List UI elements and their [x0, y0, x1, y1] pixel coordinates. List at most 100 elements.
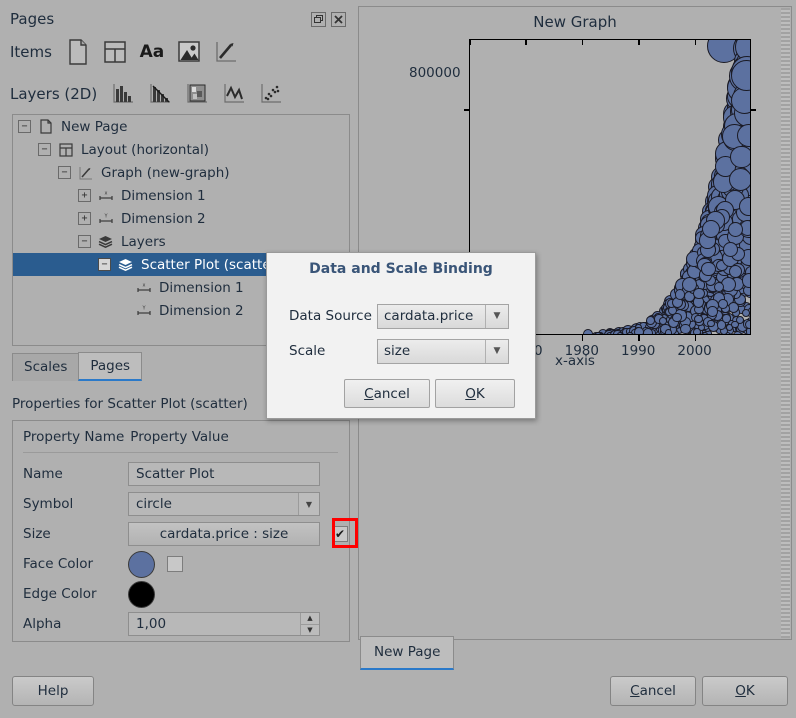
property-value: circle [136, 496, 172, 512]
tree-item-dimension-1[interactable]: + x Dimension 1 [13, 184, 349, 207]
tab-label: Pages [90, 358, 130, 374]
panel-tabs: Scales Pages [12, 352, 141, 381]
scatter-point [718, 299, 728, 309]
collapse-icon[interactable]: − [38, 143, 51, 156]
x-tick-top [582, 39, 584, 45]
dialog-title: Data and Scale Binding [267, 261, 535, 277]
layers-label: Layers (2D) [10, 85, 97, 103]
scatter-point [742, 309, 750, 317]
edge-color-swatch[interactable] [128, 581, 155, 608]
text-icon[interactable]: Aa [136, 37, 168, 67]
scatter-point [665, 329, 673, 335]
x-tick [582, 335, 584, 341]
heatmap-icon[interactable] [181, 79, 213, 109]
x-tick [695, 335, 697, 341]
dialog-ok-button[interactable]: OK [435, 379, 515, 408]
float-icon[interactable] [311, 12, 326, 27]
property-value: cardata.price : size [160, 526, 289, 542]
property-label: Edge Color [23, 586, 128, 602]
tree-item-layout-horizontal[interactable]: − Layout (horizontal) [13, 138, 349, 161]
tree-item-label: Layout (horizontal) [81, 142, 209, 158]
scale-row: Scale size ▼ [289, 338, 509, 364]
expand-icon[interactable]: + [78, 212, 91, 225]
dialog-cancel-button[interactable]: Cancel [344, 379, 430, 408]
symbol-combo[interactable]: circle ▼ [128, 492, 320, 516]
page-icon[interactable] [62, 37, 94, 67]
tab-new-page[interactable]: New Page [360, 636, 454, 670]
scatter-point [722, 314, 730, 322]
property-row-edge-color: Edge Color [23, 581, 155, 607]
chevron-down-icon[interactable]: ▼ [485, 305, 508, 328]
graph-icon[interactable] [210, 37, 242, 67]
collapse-icon[interactable]: − [78, 235, 91, 248]
chevron-down-icon[interactable]: ▼ [298, 493, 319, 515]
tree-item-label: Graph (new-graph) [101, 165, 230, 181]
scatter-point [701, 262, 715, 276]
tree-item-label: Dimension 1 [121, 188, 206, 204]
help-button[interactable]: Help [12, 676, 94, 706]
scatter-point [745, 320, 751, 330]
stepper-down-icon[interactable]: ▼ [301, 625, 319, 636]
tree-item-label: Scatter Plot (scatter) [141, 257, 281, 273]
alpha-input[interactable]: 1,00 ▲▼ [128, 612, 320, 636]
layers-toolbar: Layers (2D) [10, 78, 350, 110]
data-source-value: cardata.price [384, 308, 473, 324]
scale-combo[interactable]: size ▼ [377, 339, 509, 364]
y-tick [464, 109, 470, 111]
collapse-icon[interactable]: − [98, 258, 111, 271]
tree-item-layers[interactable]: − Layers [13, 230, 349, 253]
tree-item-label: Dimension 2 [121, 211, 206, 227]
face-color-swatch[interactable] [128, 551, 155, 578]
property-value: 1,00 [136, 616, 166, 632]
image-icon[interactable] [173, 37, 205, 67]
alpha-stepper[interactable]: ▲▼ [300, 613, 319, 635]
layout-icon[interactable] [99, 37, 131, 67]
cancel-button-label: Cancel [630, 683, 676, 699]
histogram-icon[interactable] [144, 79, 176, 109]
property-label: Alpha [23, 616, 128, 632]
graph-icon [77, 165, 94, 181]
tab-new-page-label: New Page [374, 644, 440, 660]
tab-scales[interactable]: Scales [12, 353, 79, 381]
svg-text:x: x [142, 283, 145, 289]
stepper-up-icon[interactable]: ▲ [301, 613, 319, 625]
tree-item-graph-new-graph[interactable]: − Graph (new-graph) [13, 161, 349, 184]
bar-chart-icon[interactable] [107, 79, 139, 109]
svg-text:Y: Y [103, 214, 108, 220]
line-chart-icon[interactable] [218, 79, 250, 109]
close-icon[interactable] [331, 12, 346, 27]
chevron-down-icon[interactable]: ▼ [485, 340, 508, 363]
layers-icon [97, 234, 114, 250]
help-button-label: Help [38, 683, 69, 699]
collapse-icon[interactable]: − [58, 166, 71, 179]
cancel-button[interactable]: Cancel [610, 676, 696, 706]
tab-pages[interactable]: Pages [78, 352, 142, 381]
canvas-scrollbar[interactable] [781, 8, 790, 638]
tree-item-label: Layers [121, 234, 166, 250]
layout-icon [57, 142, 74, 158]
axis-x-icon: x [97, 188, 114, 204]
scatter-point [730, 146, 751, 168]
scale-label: Scale [289, 343, 377, 359]
page-tab-bar: New Page [360, 636, 454, 670]
data-and-scale-binding-dialog[interactable]: Data and Scale Binding Data Source carda… [266, 252, 536, 419]
name-input[interactable]: Scatter Plot [128, 462, 320, 486]
expand-icon[interactable]: + [78, 189, 91, 202]
tree-item-label: Dimension 1 [159, 280, 244, 296]
data-source-combo[interactable]: cardata.price ▼ [377, 304, 509, 329]
face-color-checkbox[interactable] [167, 556, 183, 572]
scatter-point [733, 331, 742, 335]
tree-item-label: New Page [61, 119, 127, 135]
tree-spacer [118, 282, 129, 293]
tree-item-dimension-2[interactable]: + Y Dimension 2 [13, 207, 349, 230]
property-value: Scatter Plot [136, 466, 214, 482]
collapse-icon[interactable]: − [18, 120, 31, 133]
property-label: Size [23, 526, 128, 542]
size-binding-button[interactable]: cardata.price : size [128, 522, 320, 546]
scatter-plot-icon[interactable] [255, 79, 287, 109]
svg-text:x: x [104, 191, 107, 197]
scatter-point [723, 242, 738, 257]
tree-item-new-page[interactable]: − New Page [13, 115, 349, 138]
scatter-point [626, 332, 634, 335]
ok-button[interactable]: OK [702, 676, 788, 706]
